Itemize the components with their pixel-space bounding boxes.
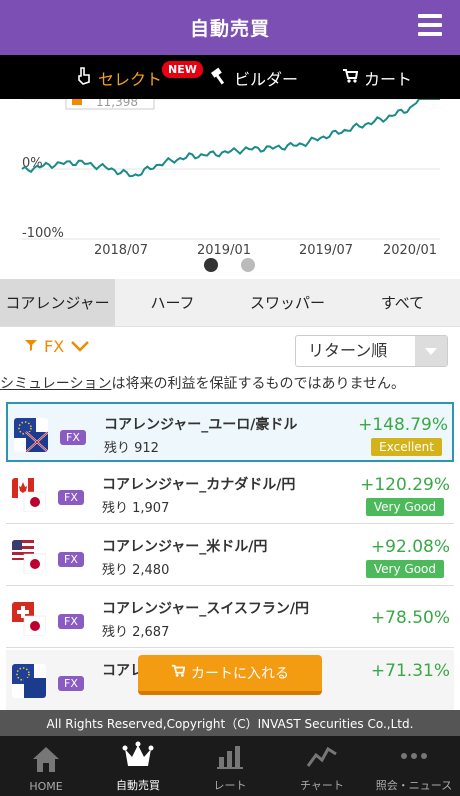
chart-series-line (21, 98, 440, 178)
chart-x-tick-label: 2019/01 (197, 243, 251, 258)
new-badge: NEW (162, 61, 203, 78)
fx-badge: FX (60, 430, 86, 445)
hand-pointer-icon (76, 67, 92, 89)
chart-x-tick-label: 2020/01 (383, 243, 437, 258)
strategy-remaining: 残り 1,907 (102, 501, 170, 516)
nav-inquiry-news[interactable]: 照会・ニュース (368, 736, 460, 796)
hamburger-menu-icon[interactable] (418, 14, 442, 36)
disclaimer-text: は将来の利益を保証するものではありません。 (111, 376, 406, 392)
tab-core-ranger[interactable]: コアレンジャー (0, 279, 115, 326)
strategy-remaining: 残り 2,687 (102, 625, 170, 640)
nav-rate[interactable]: レート (184, 736, 276, 796)
list-item[interactable]: FX コアレンジャー_カナダドル/円 残り 1,907 +120.29% Ver… (6, 464, 454, 524)
bottom-navigation: HOME 自動売買 レート チャート 照会・ニュース (0, 736, 460, 796)
fx-badge: FX (58, 614, 84, 629)
fx-filter[interactable]: FX (24, 337, 90, 356)
fx-badge: FX (58, 676, 84, 691)
list-item[interactable]: FX コアレンジャー_米ドル/円 残り 2,480 +92.08% Very G… (6, 526, 454, 586)
subnav-select[interactable]: セレクト (76, 66, 162, 90)
add-to-cart-label: カートに入れる (191, 666, 289, 682)
cart-icon (342, 68, 359, 88)
subnav-cart-label: カート (364, 70, 413, 89)
crown-icon (121, 741, 155, 777)
subnav-select-label: セレクト (98, 70, 163, 89)
chart-x-tick-label: 2018/07 (94, 243, 148, 258)
fx-badge: FX (58, 490, 84, 505)
page-title: 自動売買 (189, 18, 270, 40)
subnav-builder-label: ビルダー (234, 70, 299, 89)
line-chart-icon (305, 741, 339, 777)
strategy-return: +71.31% (370, 661, 450, 681)
dropdown-arrow-icon (415, 336, 447, 366)
nav-home[interactable]: HOME (0, 736, 92, 796)
simulation-link[interactable]: シミュレーション (0, 376, 111, 392)
filter-row: FX リターン順 (0, 327, 460, 372)
performance-chart: 100%0%-100%2018/072019/012019/072020/011… (0, 86, 460, 279)
sort-select[interactable]: リターン順 (295, 335, 448, 367)
tab-all[interactable]: すべて (345, 279, 460, 326)
strategy-remaining: 残り 2,480 (102, 563, 170, 578)
tab-half[interactable]: ハーフ (115, 279, 230, 326)
chart-tooltip-value: 11,398 (96, 99, 138, 109)
add-to-cart-button[interactable]: カートに入れる (138, 655, 322, 695)
list-item[interactable]: FX コアレンジャー_スイスフラン/円 残り 2,687 +78.50% (6, 588, 454, 648)
nav-inquiry-news-label: 照会・ニュース (375, 779, 453, 792)
nav-chart[interactable]: チャート (276, 736, 368, 796)
chart-y-tick-label: -100% (22, 226, 64, 241)
filter-funnel-icon (24, 337, 38, 356)
nav-rate-label: レート (213, 779, 247, 792)
list-item[interactable]: FX コアレンジャー_ユーロ/豪ドル 残り 912 +148.79% Excel… (6, 402, 454, 462)
disclaimer: シミュレーションは将来の利益を保証するものではありません。 (0, 373, 460, 393)
strategy-return: +78.50% (370, 608, 450, 628)
carousel-dot-2[interactable] (241, 258, 255, 272)
hammer-icon (210, 67, 228, 89)
strategy-name: コアレンジャー_ユーロ/豪ドル (104, 417, 298, 433)
nav-auto-trade-label: 自動売買 (116, 779, 160, 792)
strategy-name: コアレンジャー_カナダドル/円 (102, 477, 296, 493)
subnav-cart[interactable]: カート (342, 66, 412, 90)
tab-swapper[interactable]: スワッパー (230, 279, 345, 326)
strategy-tabs: コアレンジャー ハーフ スワッパー すべて (0, 279, 460, 327)
carousel-indicator (0, 258, 460, 272)
nav-chart-label: チャート (300, 779, 344, 792)
rank-badge: Very Good (365, 560, 444, 578)
us-jp-flag-icon (12, 540, 46, 574)
nav-auto-trade[interactable]: 自動売買 (92, 736, 184, 796)
strategy-name: コアレンジャー_スイスフラン/円 (102, 601, 309, 617)
chart-y-tick-label: 100% (22, 99, 59, 101)
eu-au-flag-icon (12, 664, 46, 698)
chart-x-tick-label: 2019/07 (299, 243, 353, 258)
strategy-name: コアレンジャー_米ドル/円 (102, 539, 268, 555)
app-header: 自動売買 (0, 0, 460, 55)
rank-badge: Excellent (371, 438, 442, 456)
eu-au-flag-icon (14, 418, 48, 452)
rank-badge: Very Good (365, 498, 444, 516)
carousel-dot-1[interactable] (204, 258, 218, 272)
ca-jp-flag-icon (12, 478, 46, 512)
bar-chart-icon (213, 741, 247, 777)
strategy-return: +148.79% (358, 415, 448, 435)
sub-navigation: セレクト ビルダー カート (0, 55, 460, 99)
home-icon (29, 744, 63, 780)
more-icon (397, 741, 431, 777)
ch-jp-flag-icon (12, 602, 46, 636)
chart-tooltip: 11,398 (65, 90, 155, 110)
strategy-return: +120.29% (360, 475, 450, 495)
sort-select-value: リターン順 (308, 341, 388, 360)
fx-filter-label: FX (44, 337, 65, 356)
nav-home-label: HOME (29, 780, 63, 793)
fx-badge: FX (58, 552, 84, 567)
cart-icon (171, 664, 186, 682)
subnav-builder[interactable]: ビルダー (210, 66, 298, 90)
strategy-return: +92.08% (370, 537, 450, 557)
copyright-bar: All Rights Reserved,Copyright（C）INVAST S… (0, 710, 460, 736)
chevron-down-icon (70, 337, 90, 356)
chart-svg: 100%0%-100%2018/072019/012019/072020/011… (21, 86, 440, 258)
strategy-remaining: 残り 912 (104, 441, 159, 456)
